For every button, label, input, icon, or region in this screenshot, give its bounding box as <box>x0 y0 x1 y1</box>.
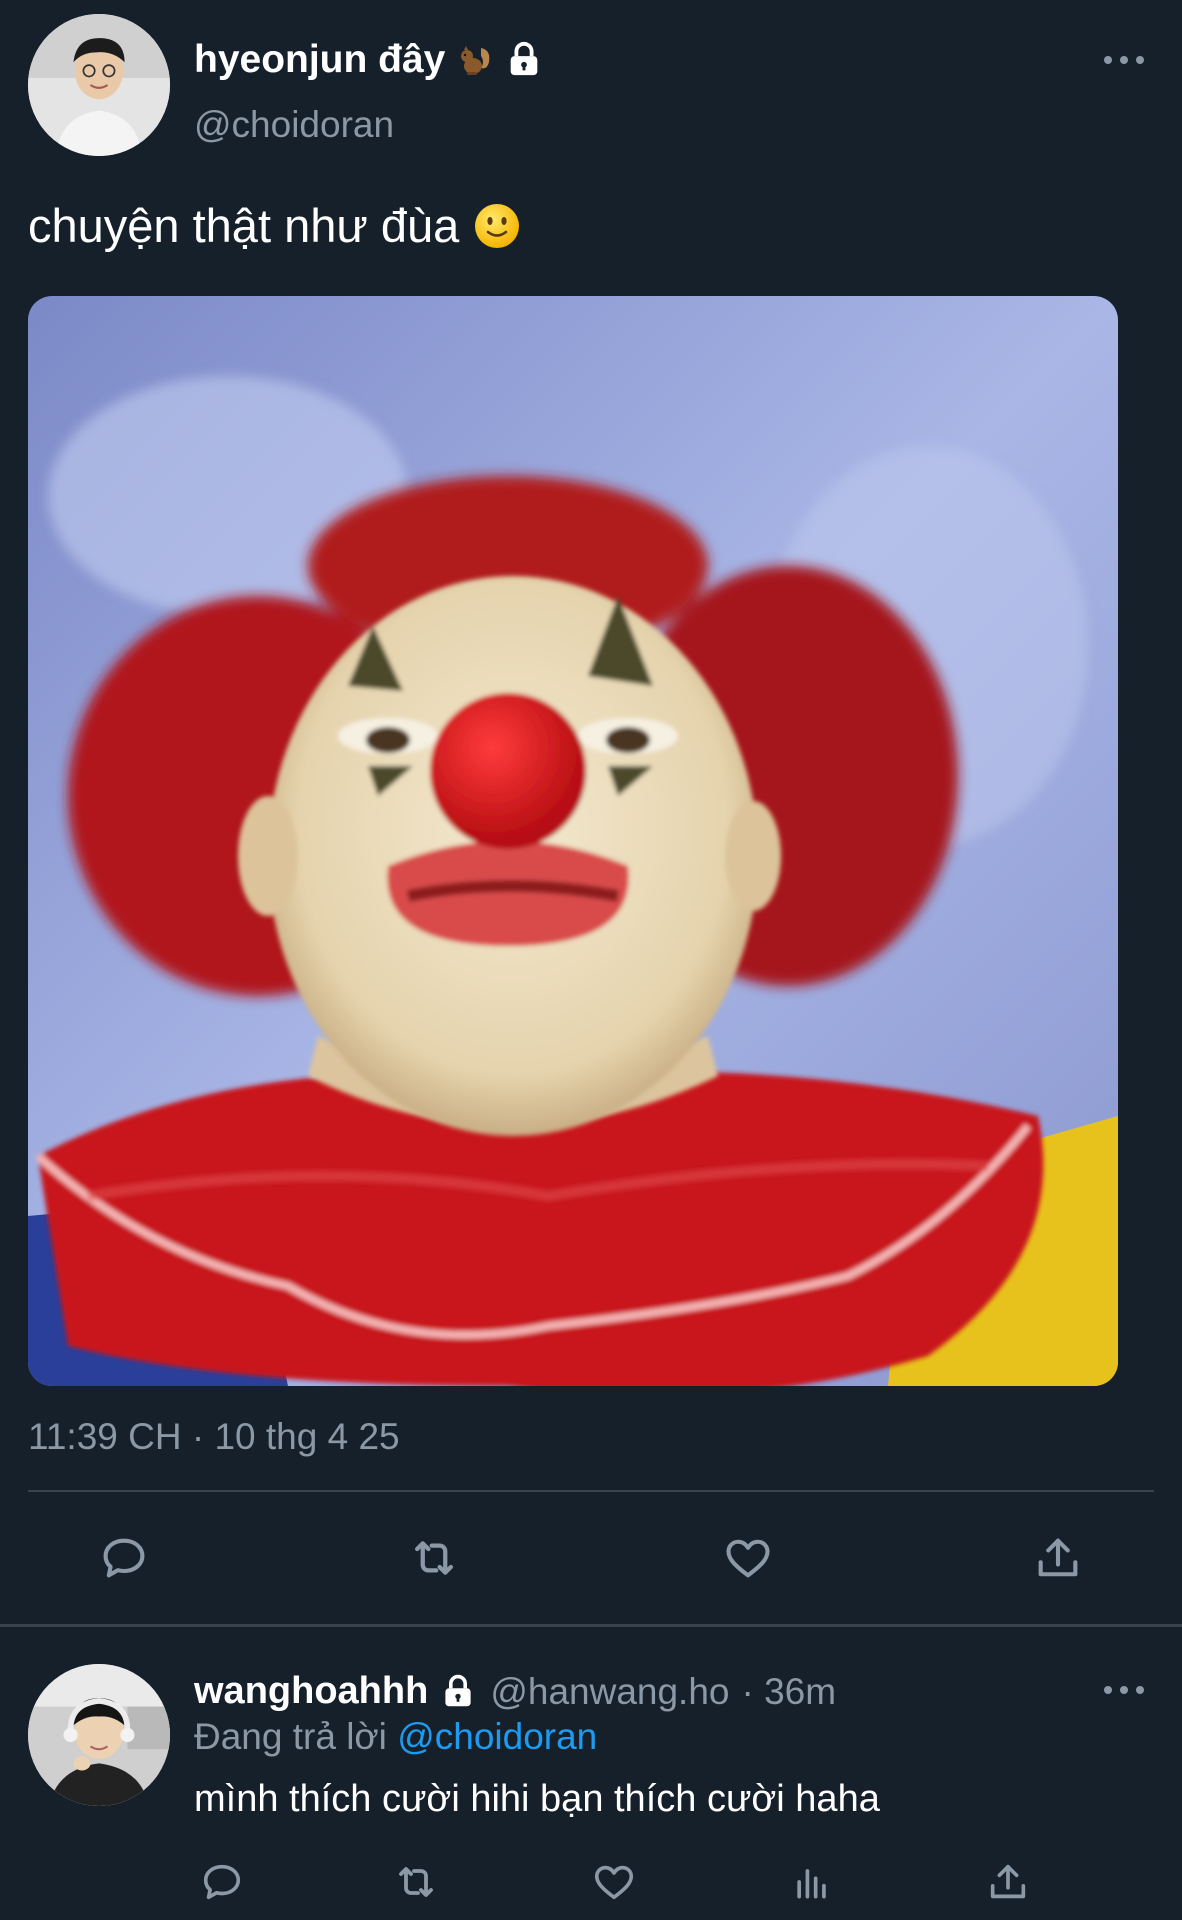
tweet-image-clown[interactable] <box>28 296 1118 1386</box>
share-icon[interactable] <box>1026 1526 1090 1590</box>
reply-text: mình thích cười hihi bạn thích cười haha <box>194 1778 880 1820</box>
tweet-timestamp[interactable]: 11:39 CH · 10 thg 4 25 <box>28 1416 400 1458</box>
reply-icon[interactable] <box>92 1526 156 1590</box>
tweet-text-content: chuyện thật như đùa <box>28 199 460 252</box>
replying-prefix: Đang trả lời <box>194 1716 387 1757</box>
reply-author-avatar[interactable] <box>28 1664 170 1806</box>
reply-icon[interactable] <box>194 1854 250 1910</box>
replying-to-mention[interactable]: @choidoran <box>397 1716 597 1757</box>
reply-display-name[interactable]: wanghoahhh <box>194 1670 428 1713</box>
main-tweet: hyeonjun đây @choidoran chuyện thật như … <box>0 0 1182 1626</box>
more-options-icon[interactable] <box>1104 54 1144 66</box>
squirrel-emoji-icon <box>455 40 495 80</box>
retweet-icon[interactable] <box>388 1854 444 1910</box>
tweet-separator <box>0 1624 1182 1627</box>
tweet-text: chuyện thật như đùa <box>28 198 521 253</box>
reply-action-bar <box>0 1854 1182 1910</box>
like-icon[interactable] <box>586 1854 642 1910</box>
divider <box>28 1490 1154 1492</box>
tweet-action-bar <box>0 1526 1182 1590</box>
like-icon[interactable] <box>716 1526 780 1590</box>
retweet-icon[interactable] <box>402 1526 466 1590</box>
author-handle[interactable]: @choidoran <box>194 104 394 146</box>
author-display-name[interactable]: hyeonjun đây <box>194 38 545 82</box>
reply-header: wanghoahhh @hanwang.ho · 36m <box>194 1670 836 1713</box>
reply-age: · 36m <box>741 1670 837 1712</box>
replying-to-line: Đang trả lời @choidoran <box>194 1716 597 1758</box>
author-name-text: hyeonjun đây <box>194 38 446 81</box>
views-icon[interactable] <box>784 1854 840 1910</box>
share-icon[interactable] <box>980 1854 1036 1910</box>
lock-icon <box>505 40 545 80</box>
author-avatar[interactable] <box>28 14 170 156</box>
reply-more-options-icon[interactable] <box>1104 1684 1144 1696</box>
slightly-smiling-face-icon <box>473 202 521 250</box>
lock-icon <box>440 1673 478 1711</box>
reply-handle[interactable]: @hanwang.ho <box>490 1671 729 1713</box>
